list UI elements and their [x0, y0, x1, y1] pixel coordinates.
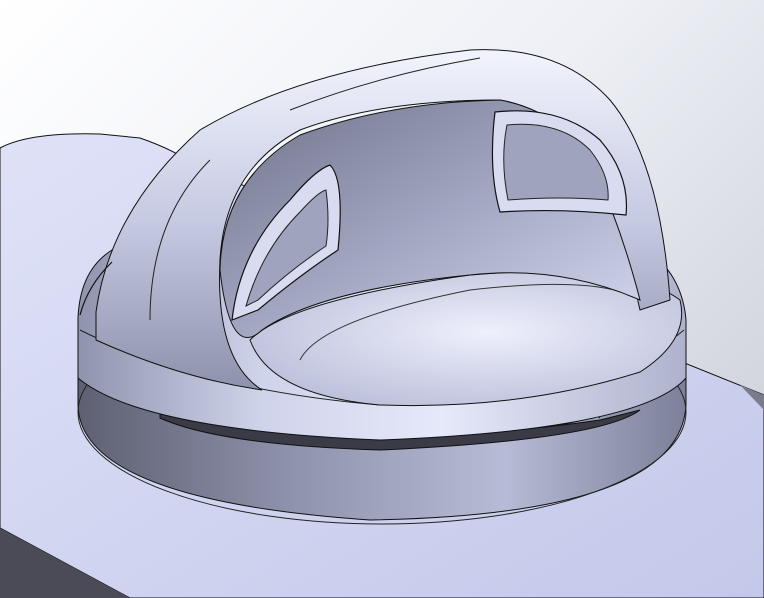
cad-viewport[interactable] [0, 0, 764, 598]
cap-3d-model[interactable] [0, 0, 764, 598]
